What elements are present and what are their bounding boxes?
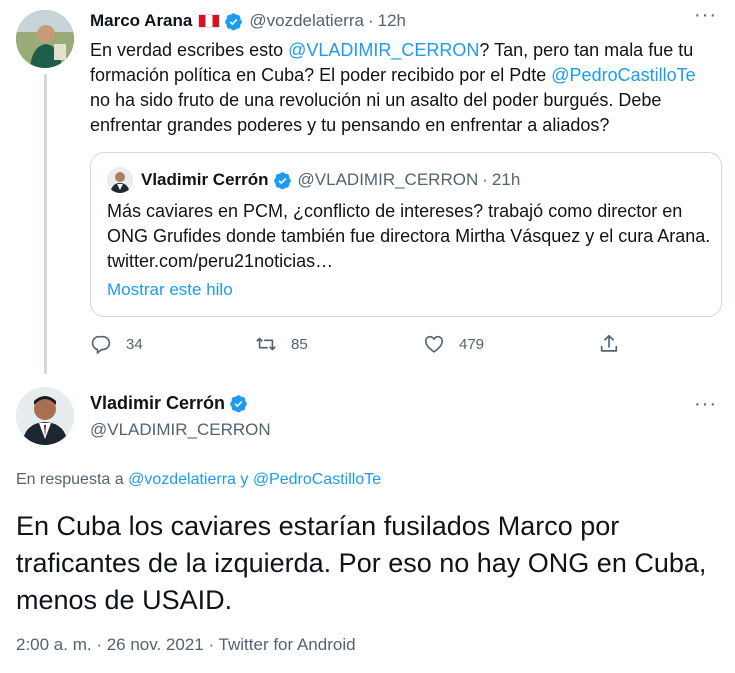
text-part: En verdad escribes esto <box>90 40 289 60</box>
quote-timestamp: 21h <box>491 170 521 189</box>
retweet-button[interactable]: 85 <box>255 333 308 355</box>
tweet-meta[interactable]: 2:00 a. m. · 26 nov. 2021 · Twitter for … <box>16 635 356 655</box>
quote-avatar-image <box>107 167 133 193</box>
author-handle[interactable]: @vozdelatierra <box>249 11 364 31</box>
tweet-text: En Cuba los caviares estarían fusilados … <box>16 511 707 615</box>
share-button[interactable] <box>598 333 634 355</box>
reply-icon <box>91 335 111 355</box>
text-part: no ha sido fruto de una revolución ni un… <box>90 90 662 135</box>
separator: · <box>482 170 488 189</box>
heart-icon <box>424 335 444 353</box>
reply-conjunction: y <box>235 471 253 488</box>
avatar-image <box>16 387 74 445</box>
more-icon[interactable]: ··· <box>694 5 717 25</box>
verified-badge-icon <box>230 395 247 413</box>
tweet-actions: 34 85 479 <box>90 333 630 361</box>
tweet-header: Marco Arana @vozdelatierra · 12h <box>90 10 406 32</box>
show-thread-link[interactable]: Mostrar este hilo <box>107 280 233 300</box>
verified-badge-icon <box>273 171 291 189</box>
avatar[interactable] <box>16 10 74 68</box>
avatar[interactable] <box>16 387 74 445</box>
author-name[interactable]: Marco Arana <box>90 11 192 31</box>
more-icon[interactable]: ··· <box>694 394 717 414</box>
like-count: 479 <box>459 335 485 353</box>
tweet-text: En verdad escribes esto @VLADIMIR_CERRON… <box>90 38 720 138</box>
main-tweet: Vladimir Cerrón @VLADIMIR_CERRON ··· En … <box>0 375 735 673</box>
retweet-icon <box>256 337 276 351</box>
reply-count: 34 <box>126 335 143 353</box>
quoted-tweet-card[interactable]: Vladimir Cerrón @VLADIMIR_CERRON · 21h M… <box>90 152 722 317</box>
separator: · <box>367 11 374 30</box>
retweet-count: 85 <box>291 335 308 353</box>
timestamp[interactable]: 12h <box>378 11 406 31</box>
parent-tweet[interactable]: Marco Arana @vozdelatierra · 12h ··· En … <box>0 0 735 375</box>
quote-author-handle: @VLADIMIR_CERRON <box>297 170 479 189</box>
quote-header: Vladimir Cerrón @VLADIMIR_CERRON · 21h <box>107 167 520 193</box>
thread-line <box>44 74 47 374</box>
peru-flag-icon <box>198 14 221 28</box>
quote-avatar <box>107 167 133 193</box>
avatar-image <box>16 10 74 68</box>
share-icon <box>600 334 618 352</box>
reply-prefix: En respuesta a <box>16 471 129 488</box>
like-button[interactable]: 479 <box>423 333 484 355</box>
quote-author-name: Vladimir Cerrón <box>141 170 269 189</box>
author-handle[interactable]: @VLADIMIR_CERRON <box>90 420 271 440</box>
quote-text: Más caviares en PCM, ¿conflicto de inter… <box>107 201 711 271</box>
reply-button[interactable]: 34 <box>90 333 143 355</box>
verified-badge-icon <box>225 12 243 30</box>
mention-link[interactable]: @vozdelatierra <box>128 471 236 488</box>
mention-link[interactable]: @PedroCastilloTe <box>551 65 695 85</box>
mention-link[interactable]: @PedroCastilloTe <box>253 471 381 488</box>
mention-link[interactable]: @VLADIMIR_CERRON <box>288 40 479 60</box>
reply-context: En respuesta a @vozdelatierra y @PedroCa… <box>16 471 381 489</box>
author-name[interactable]: Vladimir Cerrón <box>90 393 225 414</box>
author-name-row: Vladimir Cerrón <box>90 393 248 414</box>
